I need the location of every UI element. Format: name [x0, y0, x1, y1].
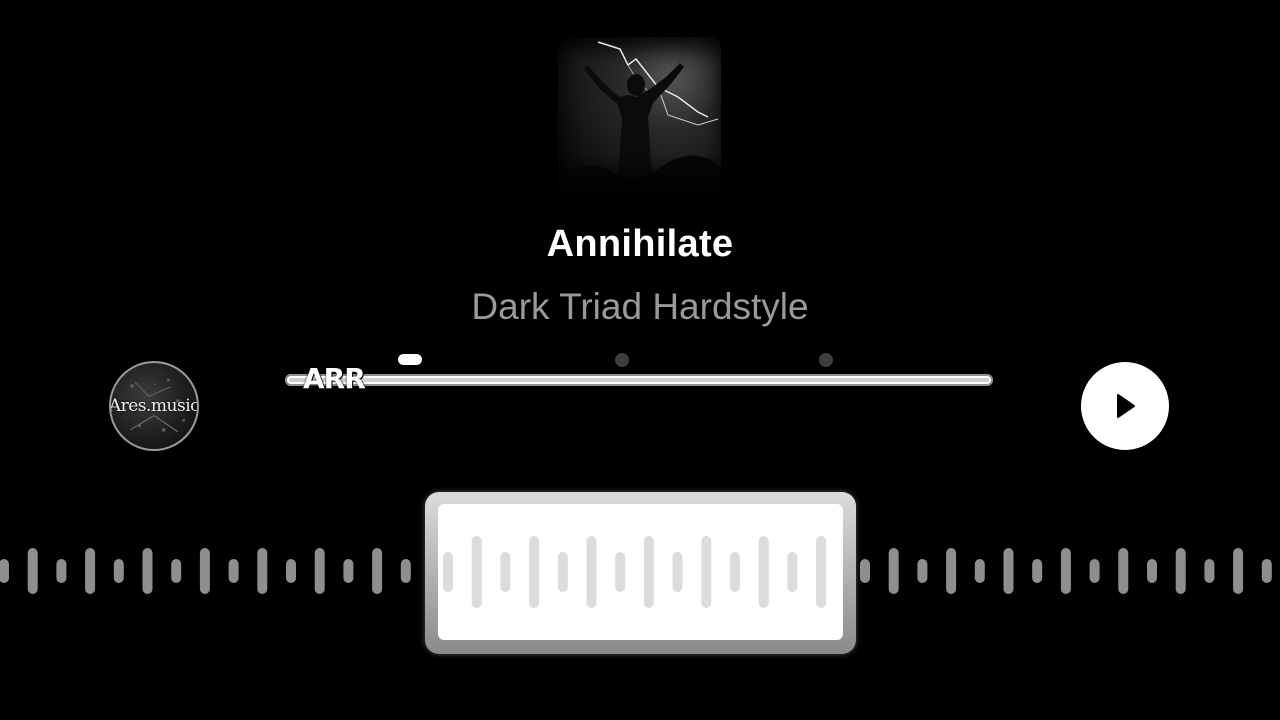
- waveform-bar-highlight: [443, 552, 453, 592]
- song-title: Annihilate: [546, 223, 734, 265]
- waveform-bar-highlight: [471, 536, 482, 608]
- waveform-bar: [974, 559, 985, 583]
- channel-logo[interactable]: Ares.music: [109, 361, 199, 451]
- waveform-bar: [1118, 548, 1129, 594]
- progress-track[interactable]: [285, 374, 993, 386]
- waveform-bar: [113, 559, 124, 583]
- channel-logo-text: Ares.music: [109, 396, 199, 416]
- waveform-bar-highlight: [816, 536, 827, 608]
- page-indicator-dot: [819, 353, 833, 367]
- cover-fade: [558, 155, 721, 200]
- waveform-bar: [1060, 548, 1071, 594]
- page-indicator-active: [398, 354, 422, 365]
- waveform-bar: [228, 559, 239, 583]
- waveform-bar-highlight: [672, 552, 683, 592]
- waveform-bar-highlight: [586, 536, 597, 608]
- waveform-bar: [314, 548, 325, 594]
- waveform-bar-highlight: [787, 552, 798, 592]
- waveform-bar: [56, 559, 67, 583]
- waveform-bar-highlight: [529, 536, 540, 608]
- waveform-bar: [257, 548, 268, 594]
- play-button[interactable]: [1081, 362, 1169, 450]
- album-cover: [558, 37, 721, 200]
- waveform-bar: [1204, 559, 1215, 583]
- waveform-bar: [142, 548, 153, 594]
- waveform-bar: [860, 559, 870, 583]
- waveform-bar: [1261, 559, 1272, 583]
- waveform-bar-highlight: [643, 536, 654, 608]
- waveform-bar: [199, 548, 210, 594]
- waveform-bar: [286, 559, 296, 583]
- waveform-bar-highlight: [701, 536, 712, 608]
- waveform-bar: [0, 559, 9, 583]
- waveform-bar: [372, 548, 383, 594]
- waveform-bar: [400, 559, 411, 583]
- waveform-bar: [85, 548, 96, 594]
- waveform-bar-highlight: [615, 552, 626, 592]
- progress-label: ARR: [303, 362, 366, 395]
- waveform-bar: [1032, 559, 1043, 583]
- progress-slider[interactable]: ARR: [285, 345, 997, 395]
- waveform-bar-highlight: [500, 552, 511, 592]
- waveform-bar-highlight: [557, 552, 568, 592]
- waveform-bar: [917, 559, 928, 583]
- waveform-bar-highlight: [730, 552, 740, 592]
- page-indicator-dot: [615, 353, 629, 367]
- progress-track-inner: [289, 378, 989, 382]
- waveform-bar: [171, 559, 182, 583]
- waveform-bar: [946, 548, 957, 594]
- waveform-highlight-inner: [438, 504, 843, 640]
- waveform-bar: [27, 548, 38, 594]
- artist-name: Dark Triad Hardstyle: [471, 286, 809, 327]
- waveform-bar: [1089, 559, 1100, 583]
- waveform-bar: [1233, 548, 1244, 594]
- waveform-bar: [1175, 548, 1186, 594]
- waveform-bar-highlight: [758, 536, 769, 608]
- waveform-highlight-window[interactable]: [425, 492, 856, 654]
- waveform-bar: [1003, 548, 1014, 594]
- waveform-bar: [888, 548, 899, 594]
- waveform-bar: [343, 559, 354, 583]
- play-icon: [1117, 394, 1135, 418]
- waveform-bar: [1147, 559, 1157, 583]
